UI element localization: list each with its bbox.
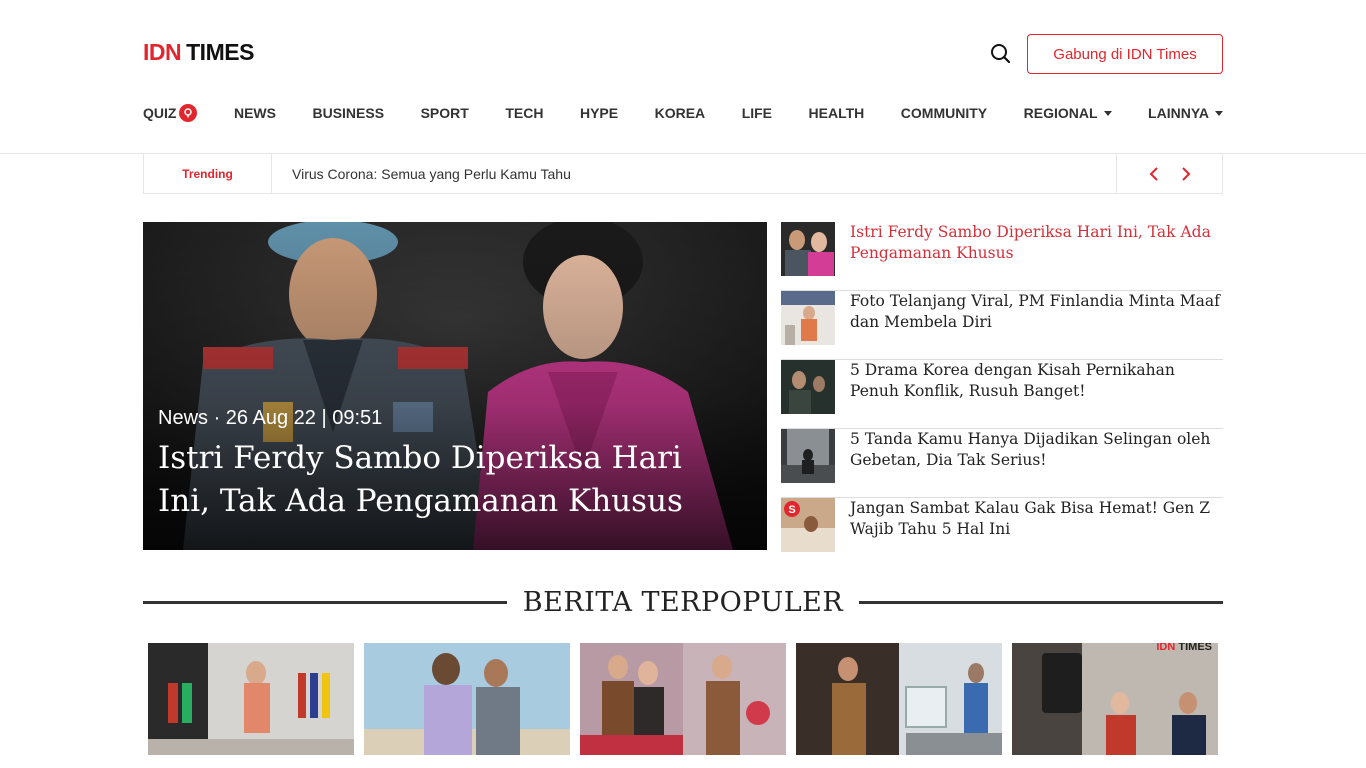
popular-section-heading: BERITA TERPOPULER (143, 584, 1223, 620)
nav-label: REGIONAL (1023, 105, 1098, 121)
nav-item-community[interactable]: COMMUNITY (901, 105, 987, 121)
nav-item-life[interactable]: LIFE (742, 105, 772, 121)
hero-article[interactable]: News · 26 Aug 22 | 09:51 Istri Ferdy Sam… (143, 222, 767, 550)
headline-item[interactable]: Foto Telanjang Viral, PM Finlandia Minta… (781, 291, 1223, 360)
nav-item-sport[interactable]: SPORT (421, 105, 469, 121)
headline-thumbnail: S (781, 498, 835, 552)
trending-nav (1116, 154, 1222, 193)
popular-card[interactable] (364, 643, 570, 768)
join-button[interactable]: Gabung di IDN Times (1027, 34, 1223, 74)
trending-bar: Trending Virus Corona: Semua yang Perlu … (143, 153, 1223, 194)
chevron-right-icon (1181, 166, 1190, 181)
nav-item-korea[interactable]: KOREA (655, 105, 706, 121)
trending-link[interactable]: Virus Corona: Semua yang Perlu Kamu Tahu (272, 154, 1116, 193)
headline-item[interactable]: Istri Ferdy Sambo Diperiksa Hari Ini, Ta… (781, 222, 1223, 291)
svg-text:IDN TIMES: IDN TIMES (1156, 643, 1212, 653)
headline-thumbnail (781, 429, 835, 483)
site-logo[interactable]: IDN TIMES (143, 39, 254, 65)
chevron-down-icon (1103, 110, 1112, 116)
nav-item-business[interactable]: BUSINESS (312, 105, 384, 121)
headline-thumbnail (781, 360, 835, 414)
headline-thumbnail (781, 222, 835, 276)
nav-item-tech[interactable]: TECH (505, 105, 543, 121)
card-image: IDN TIMES (1012, 643, 1218, 755)
card-image (148, 643, 354, 755)
popular-cards: IDN TIMES (148, 643, 1219, 768)
popular-card[interactable] (148, 643, 354, 768)
hero-category[interactable]: News (158, 407, 208, 429)
svg-text:S: S (788, 504, 795, 516)
headline-title: 5 Drama Korea dengan Kisah Pernikahan Pe… (850, 361, 1175, 400)
heading-divider-left (143, 600, 507, 604)
popular-card[interactable] (580, 643, 786, 768)
site-header: IDN TIMES Gabung di IDN Times QUIZ NEWS … (0, 0, 1366, 154)
trending-prev-button[interactable] (1146, 165, 1162, 183)
logo-times: TIMES (186, 38, 254, 65)
headline-item[interactable]: 5 Drama Korea dengan Kisah Pernikahan Pe… (781, 360, 1223, 429)
quiz-badge-icon (179, 104, 198, 122)
card-image (796, 643, 1002, 755)
trending-next-button[interactable] (1178, 165, 1194, 183)
logo-idn: IDN (143, 38, 182, 65)
nav-item-regional[interactable]: REGIONAL (1024, 105, 1112, 121)
hero-title[interactable]: Istri Ferdy Sambo Diperiksa Hari Ini, Ta… (158, 437, 718, 523)
nav-item-lainnya[interactable]: LAINNYA (1148, 105, 1223, 121)
main-nav: QUIZ NEWS BUSINESS SPORT TECH HYPE KOREA… (143, 101, 1223, 125)
card-image (364, 643, 570, 755)
headline-title: Istri Ferdy Sambo Diperiksa Hari Ini, Ta… (850, 223, 1211, 262)
popular-card[interactable] (796, 643, 1002, 768)
headline-title: Jangan Sambat Kalau Gak Bisa Hemat! Gen … (850, 499, 1210, 538)
popular-heading: BERITA TERPOPULER (522, 586, 844, 618)
nav-label: LAINNYA (1148, 105, 1209, 121)
nav-item-news[interactable]: NEWS (234, 105, 276, 121)
nav-item-hype[interactable]: HYPE (580, 105, 618, 121)
headline-item[interactable]: 5 Tanda Kamu Hanya Dijadikan Selingan ol… (781, 429, 1223, 498)
headline-thumbnail (781, 291, 835, 345)
nav-item-health[interactable]: HEALTH (809, 105, 865, 121)
chevron-left-icon (1149, 166, 1158, 181)
popular-card[interactable]: IDN TIMES (1012, 643, 1218, 768)
chevron-down-icon (1214, 110, 1223, 116)
heading-divider-right (859, 600, 1223, 604)
search-icon (991, 44, 1011, 64)
nav-item-quiz[interactable]: QUIZ (143, 104, 198, 122)
card-image (580, 643, 786, 755)
headline-item[interactable]: S Jangan Sambat Kalau Gak Bisa Hemat! Ge… (781, 498, 1223, 567)
search-button[interactable] (988, 41, 1014, 67)
headline-title: Foto Telanjang Viral, PM Finlandia Minta… (850, 292, 1220, 331)
headline-title: 5 Tanda Kamu Hanya Dijadikan Selingan ol… (850, 430, 1211, 469)
nav-label: QUIZ (143, 105, 177, 121)
hero-date: · 26 Aug 22 | 09:51 (213, 407, 383, 429)
hero-meta: News · 26 Aug 22 | 09:51 (158, 407, 382, 430)
trending-label: Trending (144, 154, 272, 193)
headline-list: Istri Ferdy Sambo Diperiksa Hari Ini, Ta… (781, 222, 1223, 567)
